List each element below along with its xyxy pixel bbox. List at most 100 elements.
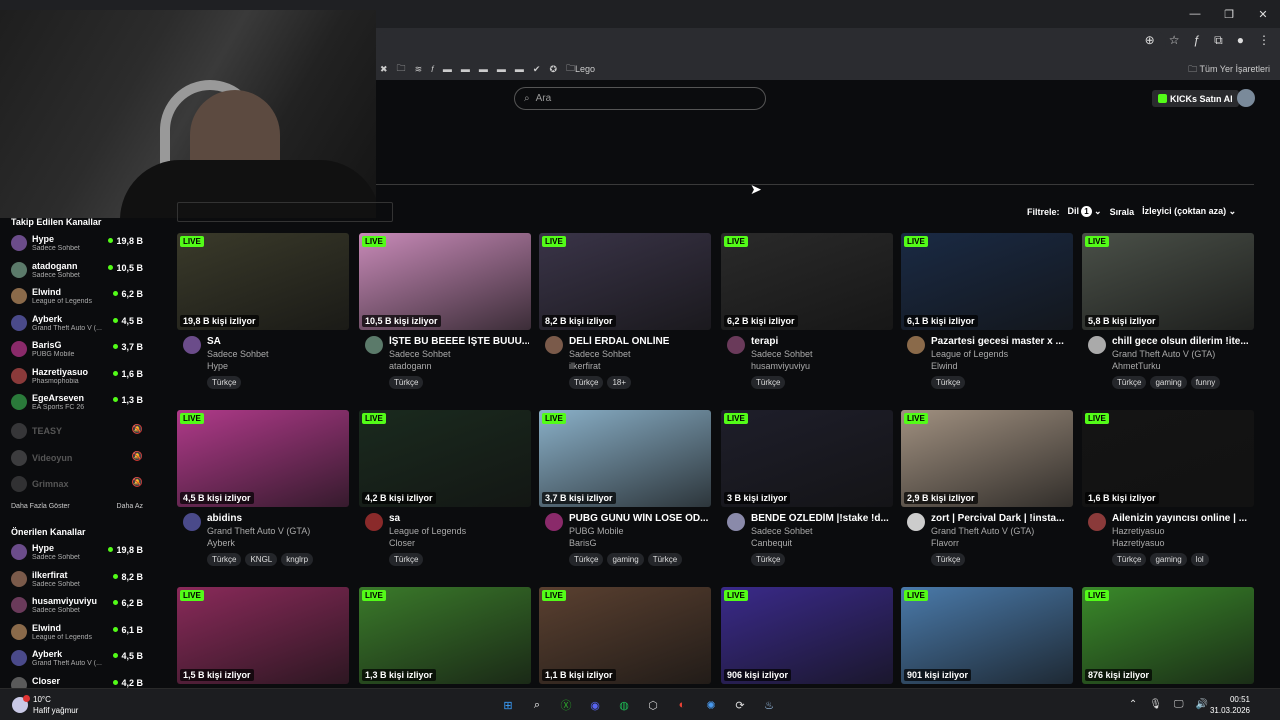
sidebar-offline-teasy[interactable]: TEASY 🔕 (11, 421, 145, 445)
streamer-avatar[interactable] (1088, 336, 1106, 354)
bookmark-item[interactable]: ▬ (515, 64, 524, 74)
maximize-button[interactable]: ❐ (1212, 0, 1246, 28)
streamer-avatar[interactable] (365, 513, 383, 531)
sidebar-channel-atadogann[interactable]: atadogann Sadece Sohbet 10,5 B (11, 260, 145, 284)
weather-widget[interactable]: 10°C Hafif yağmur (12, 694, 78, 716)
streamer-name[interactable]: atadogann (389, 361, 432, 371)
stream-thumbnail[interactable]: LIVE 3 B kişi izliyor (721, 410, 893, 507)
sidebar-offline-videoyun[interactable]: Videoyun 🔕 (11, 448, 145, 472)
bookmark-item[interactable]: ▬ (479, 64, 488, 74)
taskbar-app-icon[interactable]: ⬡ (643, 695, 663, 715)
bookmark-item[interactable]: ✪ (549, 64, 557, 75)
stream-card[interactable]: LIVE 4,2 B kişi izliyor sa League of Legend… (359, 410, 531, 580)
stream-title[interactable]: abidins (207, 513, 347, 524)
stream-title[interactable]: SA (207, 336, 347, 347)
streamer-avatar[interactable] (727, 513, 745, 531)
show-more-button[interactable]: Daha Fazla Göster (11, 503, 70, 510)
star-icon[interactable]: ☆ (1169, 33, 1180, 48)
tag[interactable]: Türkçe (207, 553, 242, 566)
streamer-name[interactable]: Closer (389, 538, 415, 548)
stream-category[interactable]: Grand Theft Auto V (GTA) (931, 526, 1034, 536)
stream-title[interactable]: İŞTE BU BEEEE İŞTE BUUU... (389, 336, 529, 347)
clock[interactable]: 00:51 31.03.2026 (1210, 694, 1250, 716)
address-bar[interactable] (376, 31, 1166, 53)
stream-thumbnail[interactable]: LIVE 1,3 B kişi izliyor (359, 587, 531, 684)
taskbar-app-icon[interactable]: ✺ (701, 695, 721, 715)
tag[interactable]: Türkçe (751, 376, 786, 389)
stream-thumbnail[interactable]: LIVE 1,6 B kişi izliyor (1082, 410, 1254, 507)
stream-card[interactable]: LIVE 3,7 B kişi izliyor PUBG GÜNÜ WİN LOSE… (539, 410, 711, 580)
stream-title[interactable]: Ailenizin yayıncısı online | ... (1112, 513, 1252, 524)
stream-card[interactable]: LIVE 5,8 B kişi izliyor chill gece olsun d… (1082, 233, 1254, 403)
stream-category[interactable]: PUBG Mobile (569, 526, 624, 536)
streamer-name[interactable]: husamviyuviyu (751, 361, 810, 371)
stream-thumbnail[interactable]: LIVE 2,9 B kişi izliyor (901, 410, 1073, 507)
taskbar-app-icon[interactable]: ♨ (759, 695, 779, 715)
stream-thumbnail[interactable]: LIVE 3,7 B kişi izliyor (539, 410, 711, 507)
stream-category[interactable]: League of Legends (389, 526, 466, 536)
taskbar-app-icon[interactable]: ⟳ (730, 695, 750, 715)
streamer-avatar[interactable] (1088, 513, 1106, 531)
sidebar-channel-barisg[interactable]: BarisG PUBG Mobile 3,7 B (11, 339, 145, 363)
stream-thumbnail[interactable]: LIVE 876 kişi izliyor (1082, 587, 1254, 684)
sort-dropdown[interactable]: İzleyici (çoktan aza) ⌄ (1142, 206, 1236, 217)
stream-category[interactable]: Sadece Sohbet (751, 526, 813, 536)
streamer-name[interactable]: Canbequit (751, 538, 792, 548)
sidebar-channel-egearseven[interactable]: EgeArseven EA Sports FC 26 1,3 B (11, 392, 145, 416)
sidebar-channel-husamviyuviyu[interactable]: husamviyuviyu Sadece Sohbet 6,2 B (11, 595, 145, 619)
user-avatar[interactable] (1237, 89, 1255, 107)
bookmark-folder-lego[interactable]: 🗀 Lego (566, 61, 595, 77)
tag[interactable]: Türkçe (647, 553, 683, 566)
sidebar-channel-elwind[interactable]: Elwind League of Legends 6,2 B (11, 286, 145, 310)
taskbar-app-icon[interactable]: ◍ (614, 695, 634, 715)
tag[interactable]: lol (1190, 553, 1209, 566)
stream-card[interactable]: LIVE 1,6 B kişi izliyor Ailenizin yayıncıs… (1082, 410, 1254, 580)
sidebar-channel-ilkerfirat[interactable]: ilkerfirat Sadece Sohbet 8,2 B (11, 569, 145, 593)
tag[interactable]: gaming (1150, 553, 1187, 566)
tag[interactable]: gaming (1150, 376, 1187, 389)
tag[interactable]: Türkçe (207, 376, 242, 389)
tag[interactable]: KNGL (245, 553, 278, 566)
streamer-name[interactable]: ilkerfirat (569, 361, 601, 371)
bookmark-item[interactable]: ▬ (461, 64, 470, 74)
stream-card[interactable]: LIVE 906 kişi izliyor (721, 587, 893, 688)
stream-category[interactable]: Sadece Sohbet (389, 349, 451, 359)
tag[interactable]: 18+ (607, 376, 632, 389)
sidebar-channel-ayberk[interactable]: Ayberk Grand Theft Auto V (... 4,5 B (11, 648, 145, 672)
tag[interactable]: Türkçe (569, 376, 604, 389)
stream-thumbnail[interactable]: LIVE 4,2 B kişi izliyor (359, 410, 531, 507)
stream-thumbnail[interactable]: LIVE 10,5 B kişi izliyor (359, 233, 531, 330)
stream-thumbnail[interactable]: LIVE 906 kişi izliyor (721, 587, 893, 684)
tag[interactable]: gaming (607, 553, 644, 566)
tag[interactable]: knglrp (281, 553, 314, 566)
sidebar-offline-grimnax[interactable]: Grimnax 🔕 (11, 474, 145, 498)
stream-category[interactable]: Sadece Sohbet (207, 349, 269, 359)
stream-thumbnail[interactable]: LIVE 4,5 B kişi izliyor (177, 410, 349, 507)
tag[interactable]: Türkçe (931, 376, 966, 389)
taskbar-app-icon[interactable]: ⊞ (498, 695, 518, 715)
bookmark-item[interactable]: ✖ (380, 64, 388, 75)
stream-category[interactable]: Grand Theft Auto V (GTA) (207, 526, 310, 536)
taskbar-app-icon[interactable]: ◉ (585, 695, 605, 715)
bookmark-item[interactable]: ▬ (443, 64, 452, 74)
streamer-avatar[interactable] (545, 336, 563, 354)
taskbar-app-icon[interactable]: Ⓧ (556, 695, 576, 715)
category-filter-box[interactable] (177, 202, 393, 222)
search-input[interactable]: ⌕ Ara (514, 87, 766, 110)
stream-card[interactable]: LIVE 1,3 B kişi izliyor (359, 587, 531, 688)
zoom-icon[interactable]: ⊕ (1145, 33, 1155, 48)
sidebar-channel-ayberk[interactable]: Ayberk Grand Theft Auto V (... 4,5 B (11, 313, 145, 337)
streamer-name[interactable]: Ayberk (207, 538, 235, 548)
tray-icon[interactable]: 🎙 (1149, 699, 1162, 710)
profile-icon[interactable]: ● (1237, 33, 1244, 48)
stream-category[interactable]: Grand Theft Auto V (GTA) (1112, 349, 1215, 359)
stream-thumbnail[interactable]: LIVE 19,8 B kişi izliyor (177, 233, 349, 330)
tag[interactable]: Türkçe (1112, 376, 1147, 389)
sidebar-channel-elwind[interactable]: Elwind League of Legends 6,1 B (11, 622, 145, 646)
streamer-name[interactable]: BarisG (569, 538, 597, 548)
tag[interactable]: Türkçe (931, 553, 966, 566)
streamer-avatar[interactable] (365, 336, 383, 354)
stream-category[interactable]: Hazretiyasuo (1112, 526, 1165, 536)
stream-card[interactable]: LIVE 4,5 B kişi izliyor abidins Grand Theft… (177, 410, 349, 580)
buy-kicks-button[interactable]: KICKs Satın Al (1152, 90, 1239, 107)
